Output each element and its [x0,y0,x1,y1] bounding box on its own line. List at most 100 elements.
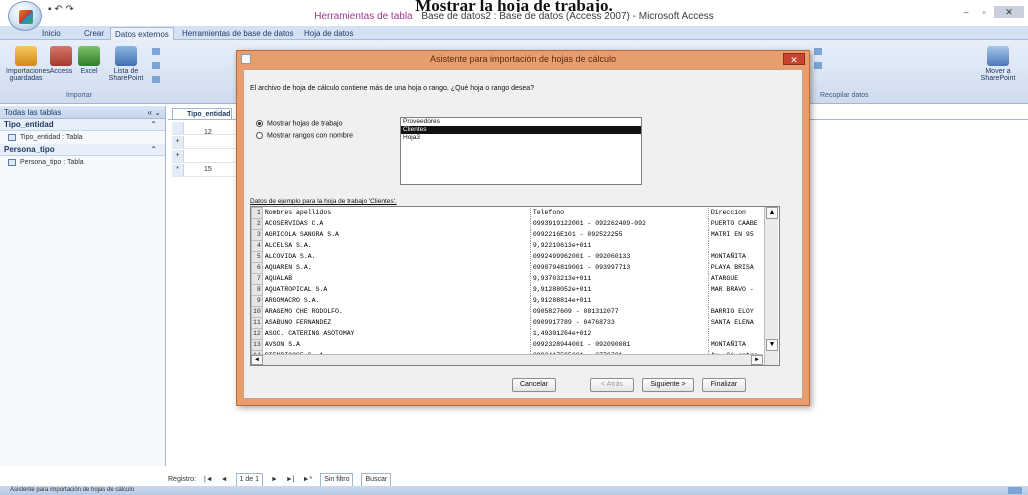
office-button[interactable] [8,1,42,31]
new-record-icon[interactable]: ►* [303,474,313,486]
preview-cell: 0905827609 - 081312077 [530,306,709,318]
filter-indicator[interactable]: Sin filtro [320,473,354,487]
import-saved-button[interactable]: Importaciones guardadas [6,46,50,82]
first-record-icon[interactable]: |◄ [204,474,213,486]
preview-cell: ASABUNO FERNANDEZ [262,317,531,329]
excel-import-button[interactable]: Excel [76,46,102,75]
row-selector[interactable]: + [172,136,184,148]
sheet-list[interactable]: Proveedores Clientes Hoja3 [400,117,642,185]
scroll-up-icon[interactable]: ▲ [766,207,778,219]
finish-button[interactable]: Finalizar [702,378,746,392]
odbc-import-button[interactable] [152,76,162,83]
radio-show-ranges[interactable]: Mostrar rangos con nombre [256,132,353,139]
ribbon-tabs: Inicio Crear Datos externos Herramientas… [0,26,1028,40]
tab-inicio[interactable]: Inicio [38,27,65,40]
nav-group-persona-tipo[interactable]: Persona_tipo ⌃ [0,144,165,156]
collect-data-button[interactable] [814,48,824,55]
move-sharepoint-icon [987,46,1009,66]
row-selector[interactable] [172,122,184,134]
back-button[interactable]: < Atrás [590,378,634,392]
preview-cell: ASOC. CATERING ASOTOMAY [262,328,531,340]
preview-cell: 0993919122001 - 092262409-092 [530,218,709,230]
search-field[interactable]: Buscar [361,473,392,487]
record-navigator: Registro: |◄ ◄ 1 de 1 ► ►| ►* Sin filtro… [168,473,568,487]
tab-hoja-datos[interactable]: Hoja de datos [300,27,357,40]
preview-cell: 9,93703213e+011 [530,273,709,285]
more-import-button[interactable] [152,48,162,55]
sheet-item-clientes[interactable]: Clientes [401,126,641,134]
last-record-icon[interactable]: ►| [286,474,295,486]
window-title-text: Base de datos2 : Base de datos (Access 2… [421,11,714,22]
preview-row-number: 2 [251,218,263,230]
import-wizard-dialog: Asistente para importación de hojas de c… [236,50,810,406]
move-sharepoint-button[interactable]: Mover a SharePoint [976,46,1020,82]
preview-cell: AGRICOLA SANGRA S.A [262,229,531,241]
manage-replies-button[interactable] [814,62,824,69]
preview-cell: ATARGUE [708,273,769,285]
preview-cell: MATRI EN 95 [708,229,769,241]
xml-import-button[interactable] [152,62,162,69]
nav-group-label: Persona_tipo [4,145,55,154]
preview-row-number: 7 [251,273,263,285]
preview-row: 6 AQUAREN S.A. 0990794819001 - 093997713 PL… [251,262,769,274]
excel-label: Excel [80,68,98,75]
preview-cell: MAR BRAVO - [708,284,769,296]
prev-record-icon[interactable]: ◄ [221,474,228,486]
nav-item-persona-tipo-table[interactable]: Persona_tipo : Tabla [0,156,165,169]
radio-unselected-icon [256,132,263,139]
sheet-item-proveedores[interactable]: Proveedores [401,118,641,126]
nav-pane-header[interactable]: Todas las tablas « ⌄ [0,106,165,119]
xml-icon [152,62,160,69]
preview-cell: ARAGEMO CHE RODOLFO. [262,306,531,318]
cell-value: 15 [204,166,212,173]
tab-crear[interactable]: Crear [80,27,108,40]
dialog-close-button[interactable]: ✕ [783,53,805,65]
view-icon[interactable] [1008,487,1022,494]
record-position-field[interactable]: 1 de 1 [235,473,264,487]
record-nav-label: Registro: [168,476,197,483]
sheet-item-hoja3[interactable]: Hoja3 [401,134,641,142]
status-bar: Asistente para importación de hojas de c… [0,486,1028,495]
preview-row-number: 5 [251,251,263,263]
scroll-left-icon[interactable]: ◄ [251,355,263,365]
page-heading: Mostrar la hoja de trabajo. [415,0,613,12]
scroll-right-icon[interactable]: ► [751,355,763,365]
next-button[interactable]: Siguiente > [642,378,694,392]
tab-datos-externos[interactable]: Datos externos [110,27,174,40]
sharepoint-icon [115,46,137,66]
row-selector[interactable]: * [172,164,184,176]
chevron-double-left-icon[interactable]: « ⌄ [148,106,161,119]
preview-vertical-scrollbar[interactable]: ▲ ▼ [764,207,778,365]
collect-group-label: Recopilar datos [820,92,869,99]
preview-row-number: 9 [251,295,263,307]
nav-group-tipo-entidad[interactable]: Tipo_entidad ⌃ [0,119,165,131]
nav-item-label: Tipo_entidad : Tabla [20,134,83,141]
cell-value: 12 [204,129,212,136]
table-icon [152,48,160,55]
nav-item-tipo-entidad-table[interactable]: Tipo_entidad : Tabla [0,131,165,144]
preview-cell [708,240,769,252]
chevron-up-icon: ⌃ [150,120,157,129]
access-import-button[interactable]: Access [48,46,74,75]
chevron-up-icon: ⌃ [150,145,157,154]
preview-row-number: 4 [251,240,263,252]
sharepoint-list-button[interactable]: Lista de SharePoint [104,46,148,82]
preview-cell: 0909917789 - 04768733 [530,317,709,329]
preview-row: 11 ASABUNO FERNANDEZ 0909917789 - 04768733… [251,317,769,329]
preview-row: 4 ALCELSA S.A. 9,92210613e+011 [251,240,769,252]
cancel-button[interactable]: Cancelar [512,378,556,392]
preview-row: 7 AQUALAB 9,93703213e+011 ATARGUE [251,273,769,285]
preview-cell: MONTAÑITA [708,339,769,351]
next-record-icon[interactable]: ► [271,474,278,486]
status-text: Asistente para importación de hojas de c… [10,487,135,493]
tab-herramientas-bd[interactable]: Herramientas de base de datos [178,27,298,40]
import-saved-icon [15,46,37,66]
row-selector[interactable]: + [172,150,184,162]
sample-data-preview[interactable]: 1 Nombres apellidos Telefono Direccion 2 ACOS… [250,206,780,366]
preview-horizontal-scrollbar[interactable]: ◄ ► [251,354,763,365]
preview-row-number: 6 [251,262,263,274]
radio-show-sheets-label: Mostrar hojas de trabajo [267,120,343,128]
nav-pane-title: Todas las tablas [4,108,62,117]
radio-show-sheets[interactable]: Mostrar hojas de trabajo [256,120,342,127]
scroll-down-icon[interactable]: ▼ [766,339,778,351]
